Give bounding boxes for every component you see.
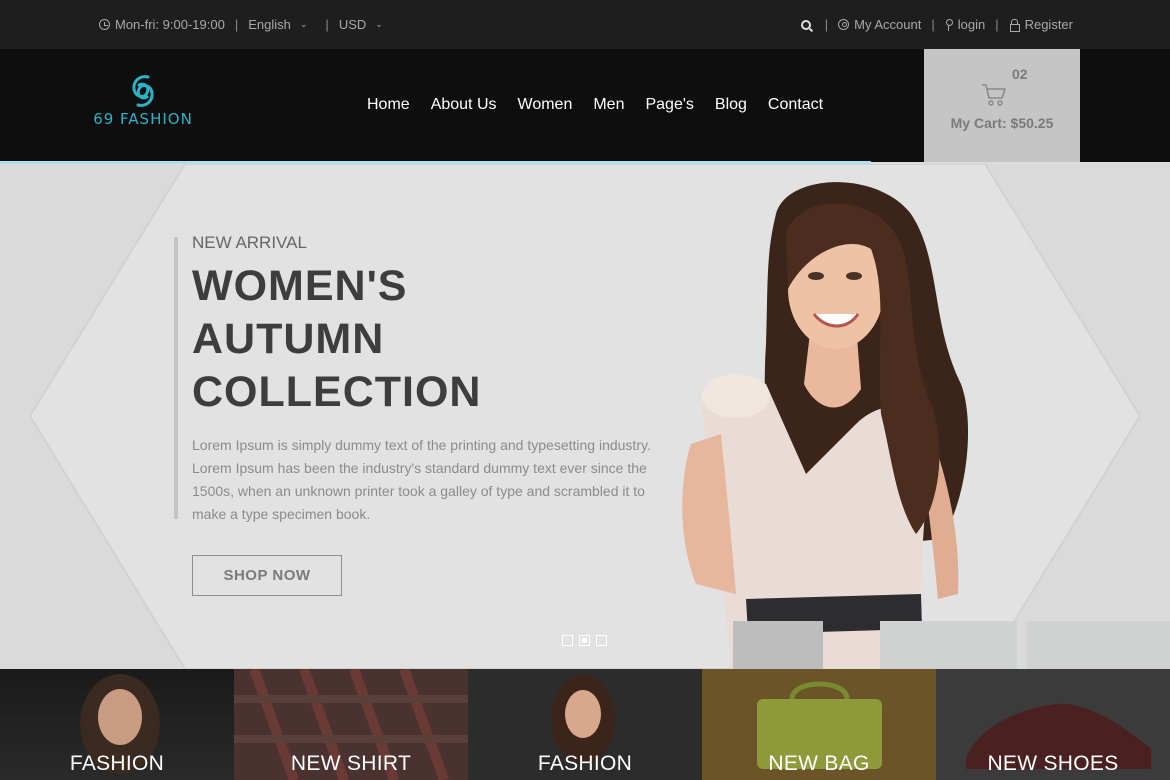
chevron-down-icon: ⌄ — [299, 19, 308, 29]
hero-description: Lorem Ipsum is simply dummy text of the … — [192, 437, 651, 522]
nav-women[interactable]: Women — [518, 96, 573, 114]
register-label: Register — [1024, 17, 1073, 32]
user-icon — [838, 19, 850, 30]
category-tile-fashion[interactable]: FASHION — [0, 669, 234, 780]
category-tile-fashion-2[interactable]: FASHION — [468, 669, 702, 780]
cart-widget[interactable]: 02 My Cart: $50.25 — [924, 49, 1080, 162]
logo-mark-icon — [132, 75, 154, 107]
clock-icon — [99, 19, 110, 30]
login-label: login — [957, 17, 986, 32]
divider: | — [931, 17, 935, 32]
cart-total: My Cart: $50.25 — [950, 115, 1054, 131]
headline-line-2: AUTUMN — [192, 315, 385, 363]
register-link[interactable]: Register — [1009, 17, 1073, 32]
nav-blog[interactable]: Blog — [715, 96, 747, 114]
cart-count: 02 — [1012, 66, 1028, 82]
login-link[interactable]: login — [945, 17, 985, 32]
top-bar: Mon-fri: 9:00-19:00 | English ⌄ | USD ⌄ … — [0, 0, 1170, 49]
cart-icon — [982, 84, 1006, 106]
headline-line-3: COLLECTION — [192, 368, 482, 416]
hero-kicker: NEW ARRIVAL — [192, 233, 307, 252]
nav-home[interactable]: Home — [367, 96, 410, 114]
category-label: NEW BAG — [768, 752, 870, 775]
category-label: FASHION — [537, 752, 633, 775]
language-label: English — [248, 17, 291, 32]
main-nav: Home About Us Women Men Page's Blog Cont… — [367, 96, 823, 114]
model-image — [682, 182, 969, 669]
slider-dot-1[interactable] — [562, 635, 573, 646]
nav-men[interactable]: Men — [593, 96, 624, 114]
nav-about-us[interactable]: About Us — [431, 96, 497, 114]
my-account-link[interactable]: My Account — [838, 17, 921, 32]
category-strip: FASHION NEW SHIRT FASHION NEW BAG NEW SH… — [0, 669, 1170, 780]
category-label: NEW SHOES — [987, 752, 1119, 775]
thumbnail-tile — [880, 621, 1017, 669]
headline-line-1: WOMEN'S — [192, 262, 408, 310]
slider-dot-3[interactable] — [596, 635, 607, 646]
shop-now-button[interactable]: SHOP NOW — [192, 555, 342, 596]
key-icon — [945, 19, 953, 31]
category-label: NEW SHIRT — [290, 752, 412, 775]
business-hours: Mon-fri: 9:00-19:00 — [99, 17, 225, 32]
category-tile-new-shirt[interactable]: NEW SHIRT — [234, 669, 468, 780]
nav-pages[interactable]: Page's — [645, 96, 693, 114]
hours-text: Mon-fri: 9:00-19:00 — [115, 17, 225, 32]
category-tile-new-bag[interactable]: NEW BAG — [702, 669, 936, 780]
accent-bar — [174, 237, 178, 519]
hero-headline: WOMEN'S AUTUMN COLLECTION — [192, 260, 481, 419]
divider: | — [995, 17, 999, 32]
hero-slider: NEW ARRIVAL WOMEN'S AUTUMN COLLECTION Lo… — [0, 164, 1170, 669]
slider-dot-2[interactable] — [579, 635, 590, 646]
divider: | — [325, 17, 329, 32]
slider-dots — [562, 635, 607, 646]
search-icon[interactable] — [800, 19, 811, 30]
logo-text: 69 FASHION — [93, 110, 193, 128]
currency-label: USD — [338, 17, 367, 32]
category-tile-new-shoes[interactable]: NEW SHOES — [936, 669, 1170, 780]
category-label: FASHION — [69, 752, 165, 775]
lock-icon — [1009, 19, 1020, 32]
logo[interactable]: 69 FASHION — [88, 73, 198, 133]
language-selector[interactable]: English ⌄ — [248, 17, 307, 32]
nav-contact[interactable]: Contact — [768, 96, 823, 114]
divider: | — [824, 17, 829, 32]
main-header: 69 FASHION Home About Us Women Men Page'… — [0, 49, 1170, 162]
my-account-label: My Account — [854, 17, 922, 32]
chevron-down-icon: ⌄ — [375, 19, 383, 29]
thumbnail-tile — [733, 621, 823, 669]
currency-selector[interactable]: USD ⌄ — [339, 17, 383, 32]
thumbnail-tile — [1027, 621, 1170, 669]
divider: | — [234, 17, 239, 32]
